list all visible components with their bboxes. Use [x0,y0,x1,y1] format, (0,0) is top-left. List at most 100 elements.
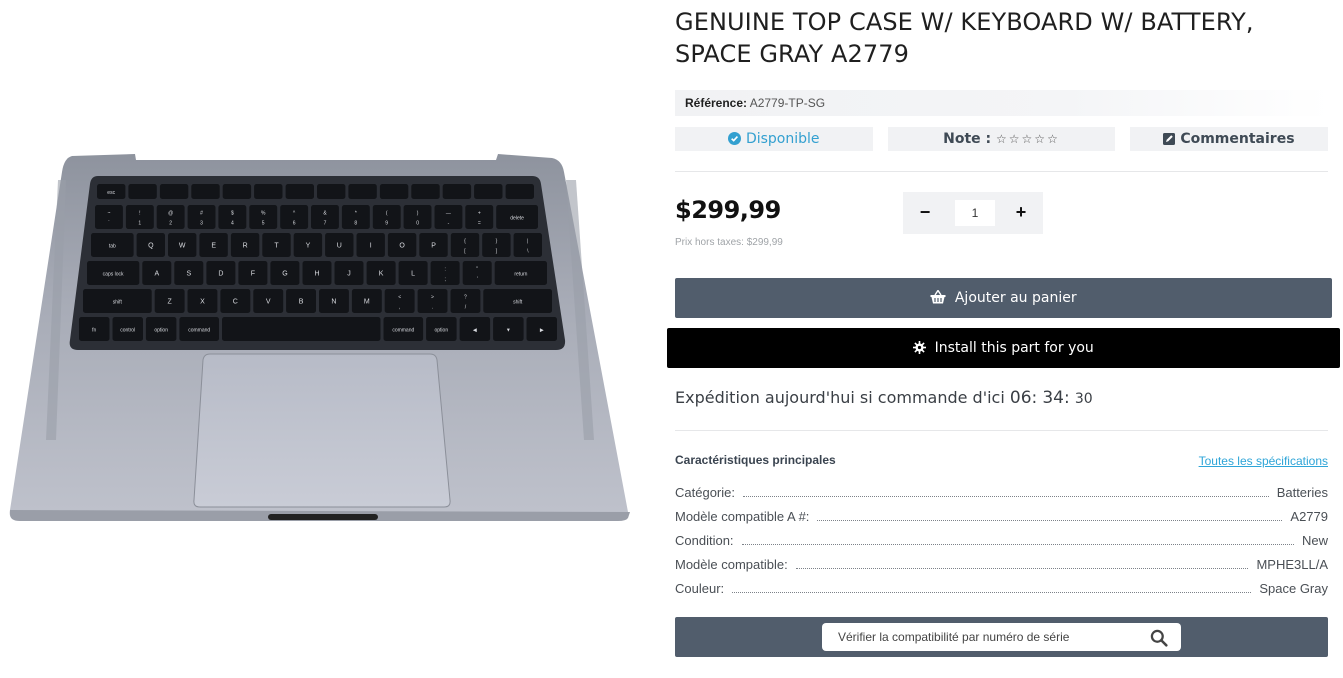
star-rating[interactable]: ☆☆☆☆☆ [996,132,1060,146]
specs-title: Caractéristiques principales [675,453,836,467]
keyboard-key-label: V [266,299,271,306]
basket-icon [930,289,946,304]
keyboard-key-label: esc [107,190,115,196]
keyboard-key-label: X [200,299,205,306]
keyboard-key-label: ! [139,211,140,217]
keyboard-key-label: L [411,271,415,278]
specs-list: Catégorie: Batteries Modèle compatible A… [675,480,1328,600]
spec-row: Catégorie: Batteries [675,480,1328,504]
spec-leader [742,496,1269,497]
keyboard-key-label: Q [148,243,154,250]
shipping-countdown: Expédition aujourd'hui si commande d'ici… [675,388,1093,408]
keyboard-key-label: E [211,243,216,250]
add-to-cart-button[interactable]: Ajouter au panier [675,278,1332,318]
comments-button[interactable]: Commentaires [1130,127,1328,151]
spec-label: Catégorie: [675,485,735,500]
keyboard-key-label: B [299,299,304,306]
spec-leader [732,592,1252,593]
product-title: GENUINE TOP CASE W/ KEYBOARD W/ BATTERY,… [675,8,1254,68]
reference-value: A2779-TP-SG [749,96,826,110]
keyboard-key-label: 3 [200,221,203,227]
keyboard-key [285,184,314,199]
keyboard-key-label: 7 [324,221,327,227]
keyboard-key-label: D [218,271,223,278]
keyboard-key [254,184,283,199]
keyboard-key-label: J [347,271,351,278]
spec-leader [795,568,1249,569]
keyboard-key-label: @ [168,211,173,217]
spec-label: Couleur: [675,581,725,596]
keyboard-key-label: I [370,243,372,250]
countdown-seconds: 30 [1074,391,1093,407]
spec-value: MPHE3LL/A [1256,557,1328,572]
shipping-text: Expédition aujourd'hui si commande d'ici [675,388,1005,407]
keyboard-key-label: fn [92,328,96,334]
keyboard-key-label: ▶ [540,328,544,334]
spec-row: Condition: New [675,528,1328,552]
keyboard-key-label: M [364,299,370,306]
quantity-input[interactable] [955,200,995,226]
keyboard-key [222,184,252,199]
keyboard-key-label: K [379,271,384,278]
keyboard-key-label: return [514,272,527,278]
keyboard-key-label: S [186,271,191,278]
keyboard-key-label: % [261,211,266,217]
spec-row: Couleur: Space Gray [675,576,1328,600]
keyboard-key-label: O [399,243,405,250]
keyboard-key [128,184,157,199]
product-image: esc~`!1@2#3$4%5^6&7*8(9)0—-+=deletetab Q W… [9,154,630,521]
availability-badge: Disponible [675,127,873,151]
keyboard-key-label: ; [445,277,446,283]
keyboard-key [348,184,377,199]
keyboard-key-label: ~ [107,211,110,217]
keyboard-key-label: option [434,328,448,334]
keyboard-key-label: $ [231,211,234,217]
spec-row: Modèle compatible A #: A2779 [675,504,1328,528]
keyboard-keys: esc~`!1@2#3$4%5^6&7*8(9)0—-+=deletetab Q W… [79,184,557,341]
rating-pill[interactable]: Note : ☆☆☆☆☆ [888,127,1115,151]
install-part-button[interactable]: Install this part for you [667,328,1340,368]
keyboard-key-label: 2 [169,221,172,227]
keyboard-key-label: . [432,305,433,311]
spec-leader [817,520,1283,521]
spec-label: Modèle compatible: [675,557,788,572]
keyboard-key [222,317,381,341]
reference-label: Référence: [685,96,748,110]
keyboard-key-label: tab [109,244,116,250]
keyboard-key-label: 1 [138,221,141,227]
quantity-decrease-button[interactable]: − [903,192,947,234]
serial-number-input[interactable] [822,623,1181,651]
keyboard-key-label: " [476,267,478,273]
keyboard-key [159,184,189,199]
spec-label: Condition: [675,533,734,548]
countdown-separator: : [1064,388,1070,408]
keyboard-key-label: 4 [231,221,234,227]
quantity-increase-button[interactable]: + [999,192,1043,234]
keyboard-key-label: ? [464,295,467,301]
search-icon[interactable] [1150,629,1168,647]
gear-icon [913,341,927,354]
install-part-label: Install this part for you [934,340,1094,356]
keyboard-key [317,184,346,199]
comments-label: Commentaires [1180,131,1295,147]
keyboard-key-label: A [154,271,159,278]
add-to-cart-label: Ajouter au panier [954,290,1077,306]
keyboard-key-label: 5 [262,221,265,227]
keyboard-key [505,184,534,199]
keyboard-key-label: 8 [354,221,357,227]
keyboard-key-label: Y [306,243,311,250]
spec-value: A2779 [1290,509,1328,524]
keyboard-key-label: command [188,328,210,334]
keyboard-key-label: R [243,243,248,250]
keyboard-key-label: = [478,221,481,227]
keyboard-key-label: 0 [416,221,419,227]
keyboard-key-label: ▼ [506,328,511,334]
serial-check-bar [675,617,1328,657]
keyboard-key-label: * [355,211,357,217]
keyboard-key-label: P [431,243,436,250]
keyboard-key-label: T [274,243,279,250]
keyboard-key-label: H [314,271,319,278]
spec-value: Batteries [1276,485,1328,500]
all-specs-link[interactable]: Toutes les spécifications [1199,454,1328,468]
keyboard-key-label: F [251,271,255,278]
